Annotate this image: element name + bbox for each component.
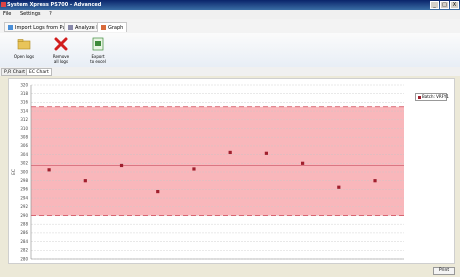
data-point xyxy=(156,189,160,194)
y-tick-label: 296 xyxy=(20,187,28,192)
excel-icon xyxy=(92,37,104,51)
data-point xyxy=(373,179,377,183)
y-tick-label: 302 xyxy=(20,161,28,166)
window-title: System Xpress PS700 - Advanced xyxy=(7,2,102,8)
y-tick-label: 280 xyxy=(20,256,28,261)
data-point xyxy=(337,185,341,189)
analyze-icon xyxy=(68,25,73,30)
y-tick-label: 312 xyxy=(20,117,28,122)
maximize-button[interactable]: □ xyxy=(440,1,449,9)
data-point xyxy=(228,150,232,155)
window-controls: _ □ X xyxy=(430,1,459,9)
y-tick-label: 284 xyxy=(20,239,28,244)
title-bar: System Xpress PS700 - Advanced _ □ X xyxy=(0,0,460,10)
data-point xyxy=(47,168,51,172)
y-tick-label: 316 xyxy=(20,100,28,105)
main-tab-bar: Import Logs from Pump Analyze Logs Graph xyxy=(0,19,460,34)
menu-file[interactable]: File xyxy=(3,11,11,17)
y-tick-label: 286 xyxy=(20,230,28,235)
y-tick-label: 282 xyxy=(20,248,28,253)
control-chart: 280 282 284 286 288 290 292 294 296 298 300 302 304 3… xyxy=(11,82,404,261)
export-excel-button[interactable]: Export to excel xyxy=(84,36,112,66)
app-icon xyxy=(1,2,6,7)
data-point xyxy=(301,161,305,165)
y-tick-label: 288 xyxy=(20,222,28,227)
print-button[interactable]: Print xyxy=(433,267,455,275)
menu-bar: File Settings ? xyxy=(0,10,460,19)
tab-graph[interactable]: Graph xyxy=(97,22,128,32)
legend-swatch xyxy=(418,95,421,99)
open-logs-button[interactable]: Open logs xyxy=(10,36,38,66)
folder-icon xyxy=(17,39,31,50)
y-tick-label: 290 xyxy=(20,213,28,218)
data-point xyxy=(192,167,196,171)
y-tick-label: 292 xyxy=(20,204,28,209)
chart-legend: Batch: VRFY1 xyxy=(415,93,449,101)
delete-icon xyxy=(54,37,68,51)
status-bar: Print xyxy=(0,264,460,277)
remove-all-logs-button[interactable]: Remove all logs xyxy=(47,36,75,66)
chart-view-tabs: P,R Chart EC Chart xyxy=(0,67,460,76)
import-icon xyxy=(8,25,13,30)
minimize-button[interactable]: _ xyxy=(430,1,439,9)
y-axis-label: EC xyxy=(11,169,17,175)
tab-pr-chart[interactable]: P,R Chart xyxy=(1,68,29,76)
menu-settings[interactable]: Settings xyxy=(20,11,41,17)
graph-icon xyxy=(101,25,106,30)
y-tick-label: 320 xyxy=(20,82,28,87)
data-point xyxy=(119,163,124,168)
chart-panel: 280 282 284 286 288 290 292 294 296 298 300 302 304 3… xyxy=(8,78,455,264)
legend-label: Batch: VRFY1 xyxy=(422,94,449,99)
ribbon-toolbar: Open logs Remove all logs Export to exce… xyxy=(0,33,460,68)
y-tick-label: 318 xyxy=(20,91,28,96)
close-button[interactable]: X xyxy=(450,1,459,9)
y-tick-label: 304 xyxy=(20,152,28,157)
control-band xyxy=(31,106,404,216)
tab-ec-chart[interactable]: EC Chart xyxy=(26,68,52,76)
data-point xyxy=(264,151,268,155)
y-tick-label: 298 xyxy=(20,178,28,183)
y-tick-label: 314 xyxy=(20,108,28,113)
y-tick-label: 306 xyxy=(20,143,28,148)
y-tick-label: 308 xyxy=(20,135,28,140)
y-tick-label: 310 xyxy=(20,126,28,131)
y-tick-label: 300 xyxy=(20,169,28,174)
menu-help[interactable]: ? xyxy=(49,11,52,17)
data-point xyxy=(83,179,87,183)
y-tick-label: 294 xyxy=(20,195,28,200)
